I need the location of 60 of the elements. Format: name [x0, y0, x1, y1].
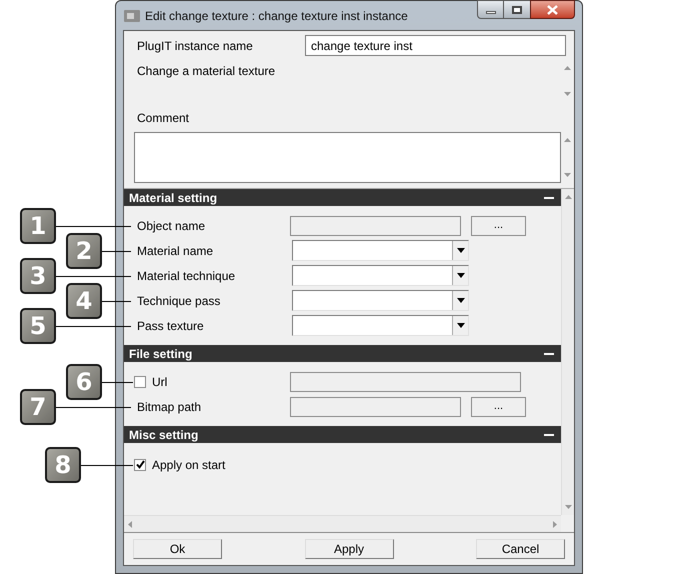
text-field[interactable] — [290, 396, 461, 416]
checkbox[interactable] — [134, 458, 146, 470]
browse-button[interactable]: ... — [471, 216, 526, 236]
callout-badge: 7 — [20, 388, 56, 424]
scroll-right-icon[interactable] — [553, 520, 557, 528]
callout-badge: 8 — [45, 446, 81, 482]
checkbox[interactable] — [134, 376, 146, 388]
app-icon — [124, 8, 140, 22]
dropdown-field[interactable] — [292, 315, 469, 336]
field-label: Pass texture — [136, 318, 205, 334]
callout-badge: 4 — [66, 282, 102, 318]
leader-line — [102, 250, 131, 252]
vertical-scrollbar[interactable] — [561, 189, 574, 515]
horizontal-scrollbar[interactable] — [124, 515, 561, 532]
checkbox-label: Apply on start — [152, 456, 226, 474]
checkbox-label: Url — [152, 374, 168, 390]
dialog-button[interactable]: Cancel — [476, 539, 565, 559]
field-label: Comment — [136, 110, 190, 127]
close-button[interactable] — [530, 0, 575, 19]
section-header[interactable]: Material setting — [124, 189, 561, 206]
text-field[interactable] — [290, 216, 461, 236]
section-title: Material setting — [129, 190, 218, 206]
section-title: File setting — [129, 346, 192, 362]
callout-badge: 3 — [20, 258, 56, 294]
scroll-up-icon[interactable] — [564, 138, 571, 142]
text-field[interactable]: change texture inst — [305, 35, 566, 56]
leader-line — [102, 300, 131, 302]
text-field[interactable] — [290, 372, 521, 392]
field-label: PlugIT instance name — [137, 38, 254, 54]
field-label: Technique pass — [136, 292, 222, 310]
description-text: Change a material texture — [136, 63, 276, 80]
section-title: Misc setting — [129, 426, 198, 444]
scroll-up-icon[interactable] — [564, 66, 571, 70]
maximize-button[interactable] — [504, 0, 530, 19]
scroll-down-icon[interactable] — [564, 173, 571, 177]
field-label: Material name — [136, 242, 214, 260]
comment-field[interactable] — [134, 132, 561, 183]
scroll-up-icon[interactable] — [564, 195, 572, 199]
section-header[interactable]: File setting — [124, 345, 561, 362]
field-label: Material technique — [136, 268, 236, 284]
browse-button[interactable]: ... — [471, 396, 526, 416]
field-label: Object name — [136, 218, 206, 234]
minimize-button[interactable] — [477, 0, 504, 19]
dropdown-field[interactable] — [292, 290, 469, 311]
scroll-left-icon[interactable] — [128, 520, 132, 528]
dropdown-field[interactable] — [292, 265, 469, 286]
dialog-button[interactable]: Apply — [304, 539, 394, 559]
leader-line — [81, 464, 133, 466]
scroll-down-icon[interactable] — [564, 92, 571, 96]
dialog-button[interactable]: Ok — [133, 539, 222, 559]
callout-badge: 2 — [66, 232, 102, 268]
window-title: Edit change texture : change texture inst instance — [145, 8, 408, 24]
field-label: Bitmap path — [136, 398, 202, 416]
close-icon — [547, 4, 558, 14]
callout-badge: 1 — [20, 208, 56, 244]
dropdown-field[interactable] — [292, 240, 469, 261]
scroll-down-icon[interactable] — [564, 505, 572, 509]
callout-badge: 5 — [20, 308, 56, 344]
section-header[interactable]: Misc setting — [124, 426, 561, 443]
callout-badge: 6 — [66, 364, 102, 400]
